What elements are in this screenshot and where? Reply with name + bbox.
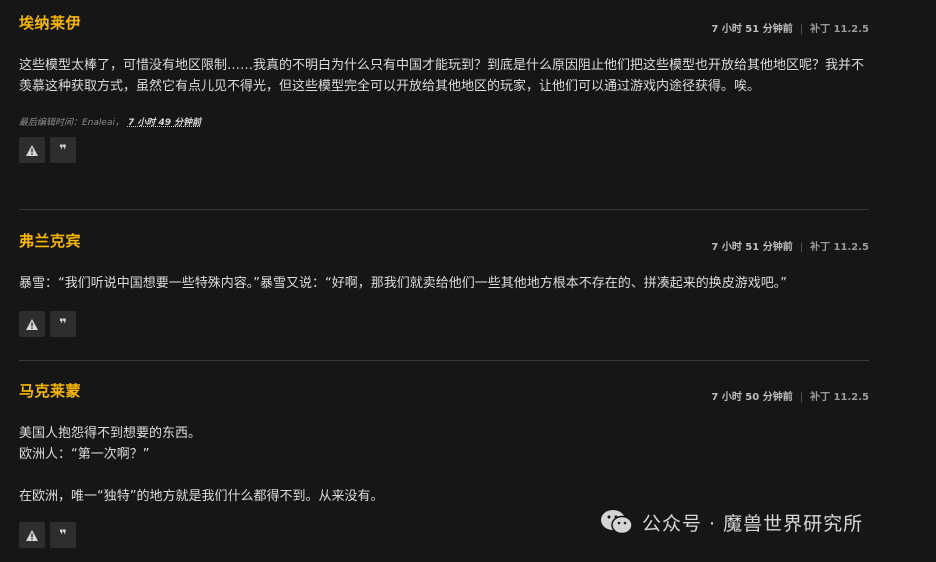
edited-note: 最后编辑时间：Enaleai， 7 小时 49 分钟前 [19,115,869,128]
comment-author[interactable]: 弗兰克宾 [19,230,81,251]
quote-button[interactable]: ❞ [50,137,76,163]
comment-time[interactable]: 7 小时 50 分钟前 [711,392,792,403]
meta-separator: | [799,242,804,253]
comment-meta: 7 小时 50 分钟前 | 补丁 11.2.5 [711,388,869,403]
comment-time[interactable]: 7 小时 51 分钟前 [711,24,792,35]
report-button[interactable] [19,137,45,163]
wechat-logo-icon [601,510,633,535]
edited-label: 最后编辑时间：Enaleai， [19,118,124,128]
watermark-text: 公众号 · 魔兽世界研究所 [642,512,864,535]
comment-line: 美国人抱怨得不到想要的东西。 [19,426,202,441]
comment-patch: 补丁 11.2.5 [810,392,869,403]
comment-patch: 补丁 11.2.5 [810,242,869,253]
quote-icon: ❞ [59,527,67,543]
quote-icon: ❞ [59,316,67,332]
edited-time[interactable]: 7 小时 49 分钟前 [128,118,201,128]
comment-header: 埃纳莱伊 7 小时 51 分钟前 | 补丁 11.2.5 [19,12,869,35]
quote-button[interactable]: ❞ [50,311,76,337]
report-button[interactable] [19,311,45,337]
comment-actions: ❞ [19,137,869,163]
comment-body: 暴雪：“我们听说中国想要一些特殊内容。”暴雪又说：“好啊，那我们就卖给他们一些其… [19,273,869,294]
comment-actions: ❞ [19,311,869,337]
comment-meta: 7 小时 51 分钟前 | 补丁 11.2.5 [711,238,869,253]
comment-body: 美国人抱怨得不到想要的东西。 欧洲人：“第一次啊？” 在欧洲，唯一“独特”的地方… [19,423,869,507]
warning-triangle-icon [26,144,38,156]
comment-body: 这些模型太棒了，可惜没有地区限制……我真的不明白为什么只有中国才能玩到？到底是什… [19,55,869,97]
meta-separator: | [799,392,804,403]
divider [19,360,869,361]
comment-author[interactable]: 埃纳莱伊 [19,12,81,33]
comment: 埃纳莱伊 7 小时 51 分钟前 | 补丁 11.2.5 这些模型太棒了，可惜没有地… [19,12,869,163]
comment-author[interactable]: 马克莱蒙 [19,380,81,401]
comment: 弗兰克宾 7 小时 51 分钟前 | 补丁 11.2.5 暴雪：“我们听说中国想要一… [19,230,869,337]
warning-triangle-icon [26,529,38,541]
comment-meta: 7 小时 51 分钟前 | 补丁 11.2.5 [711,20,869,35]
comment-paragraph: 这些模型太棒了，可惜没有地区限制……我真的不明白为什么只有中国才能玩到？到底是什… [19,58,865,94]
comment-header: 马克莱蒙 7 小时 50 分钟前 | 补丁 11.2.5 [19,380,869,403]
report-button[interactable] [19,522,45,548]
warning-triangle-icon [26,318,38,330]
divider [19,209,869,210]
comment-time[interactable]: 7 小时 51 分钟前 [711,242,792,253]
comment-header: 弗兰克宾 7 小时 51 分钟前 | 补丁 11.2.5 [19,230,869,253]
quote-button[interactable]: ❞ [50,522,76,548]
meta-separator: | [799,24,804,35]
comment-line: 欧洲人：“第一次啊？” [19,447,150,462]
comment-paragraph: 暴雪：“我们听说中国想要一些特殊内容。”暴雪又说：“好啊，那我们就卖给他们一些其… [19,276,787,291]
quote-icon: ❞ [59,142,67,158]
watermark: 公众号 · 魔兽世界研究所 [600,504,920,540]
comment-patch: 补丁 11.2.5 [810,24,869,35]
